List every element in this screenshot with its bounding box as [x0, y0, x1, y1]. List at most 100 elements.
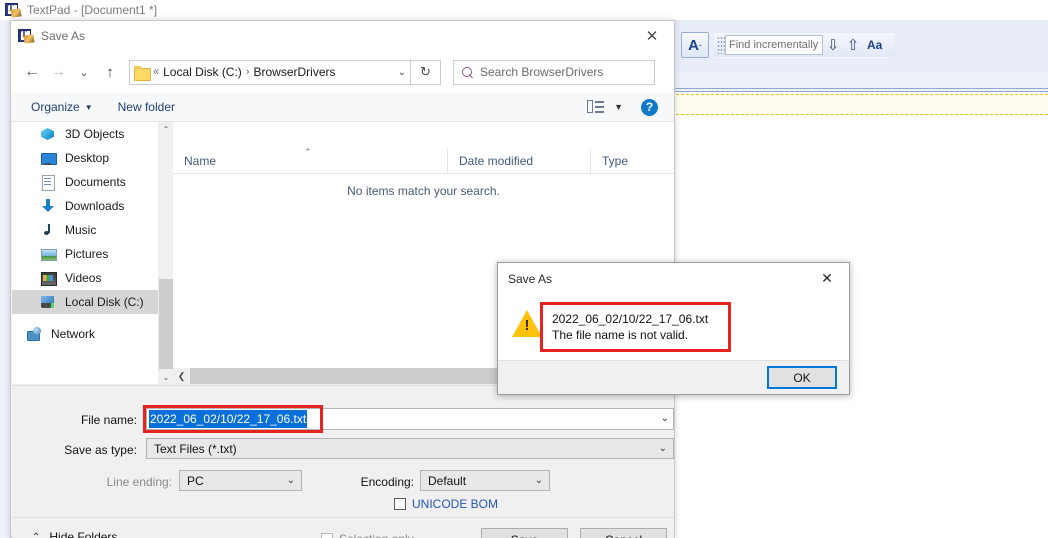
navigation-pane-scrollbar[interactable]: ⌃ ⌄ [158, 122, 173, 384]
sort-ascending-icon: ⌃ [304, 146, 312, 157]
font-shrink-button[interactable]: A- [681, 32, 709, 58]
column-header-label: Name [184, 154, 217, 168]
line-ending-select[interactable]: PC ⌄ [179, 470, 302, 491]
empty-state-message: No items match your search. [347, 184, 500, 198]
sidebar-item-local-disk-c[interactable]: Local Disk (C:) [12, 290, 172, 314]
column-header-date-modified[interactable]: Date modified [447, 148, 590, 174]
chevron-down-icon[interactable]: ⌄ [398, 67, 406, 78]
textpad-icon: T [5, 2, 22, 18]
sidebar-item-music[interactable]: Music [12, 218, 172, 242]
navigation-pane[interactable]: 3D Objects Desktop Documents Downloads M… [12, 122, 172, 384]
sidebar-item-label: Local Disk (C:) [65, 295, 144, 309]
column-header-label: Date modified [459, 154, 534, 168]
textpad-title: TextPad - [Document1 *] [27, 3, 158, 17]
chevron-down-icon: ▼ [84, 102, 93, 112]
sidebar-item-pictures[interactable]: Pictures [12, 242, 172, 266]
change-view-icon[interactable] [587, 99, 605, 115]
toolbar-grip-icon[interactable] [717, 36, 725, 54]
sidebar-item-documents[interactable]: Documents [12, 170, 172, 194]
up-one-level-icon[interactable]: ↑ [97, 59, 123, 85]
back-icon[interactable]: ← [19, 59, 45, 85]
documents-icon [40, 174, 56, 191]
unicode-bom-checkbox[interactable] [394, 498, 406, 510]
error-dialog-title: Save As [508, 271, 553, 286]
font-shrink-label: A [688, 36, 699, 54]
selection-only-checkbox[interactable] [321, 533, 333, 538]
close-icon[interactable]: ✕ [630, 21, 674, 51]
organize-label: Organize [31, 100, 80, 114]
sidebar-item-label: Music [65, 223, 97, 237]
search-icon [462, 66, 473, 78]
folder-icon [134, 65, 151, 81]
organize-button[interactable]: Organize ▼ [31, 100, 93, 114]
file-name-input[interactable]: 2022_06_02/10/22_17_06.txt ⌄ [146, 408, 674, 430]
save-as-type-select[interactable]: Text Files (*.txt) ⌄ [146, 438, 674, 459]
file-name-value: 2022_06_02/10/22_17_06.txt [149, 410, 308, 428]
line-ending-value: PC [187, 473, 204, 488]
textpad-titlebar: T TextPad - [Document1 *] [0, 0, 1048, 20]
selection-only-label: Selection only [339, 532, 414, 538]
search-placeholder: Search BrowserDrivers [480, 65, 604, 79]
help-icon[interactable]: ? [641, 98, 658, 116]
sidebar-item-label: Downloads [65, 199, 125, 213]
cancel-button[interactable]: Cancel [580, 528, 667, 538]
ok-button[interactable]: OK [767, 366, 837, 389]
find-incrementally-input[interactable]: Find incrementally [725, 35, 823, 55]
editor-current-line-highlight [676, 94, 1048, 115]
error-message-text: The file name is not valid. [552, 328, 689, 342]
recent-locations-icon[interactable]: ⌄ [71, 59, 97, 85]
sidebar-item-desktop[interactable]: Desktop [12, 146, 172, 170]
desktop-icon [40, 150, 57, 166]
chevron-down-icon: ⌄ [658, 443, 667, 454]
search-input[interactable]: Search BrowserDrivers [453, 59, 655, 85]
selection-only-checkbox-row[interactable]: Selection only [321, 532, 414, 538]
encoding-value: Default [428, 473, 467, 488]
breadcrumb-overflow[interactable]: « [153, 66, 159, 78]
error-dialog: Save As ✕ ! 2022_06_02/10/22_17_06.txt T… [497, 262, 850, 395]
unicode-bom-checkbox-row[interactable]: UNICODE BOM [394, 497, 498, 511]
3d-objects-icon [40, 126, 56, 142]
save-as-title: Save As [41, 29, 86, 43]
save-as-titlebar: T Save As ✕ [11, 21, 674, 51]
file-name-label: File name: [80, 413, 137, 427]
find-incrementally-group: Find incrementally ⇩ ⇧ Aa [714, 32, 894, 58]
close-icon[interactable]: ✕ [805, 263, 849, 294]
sidebar-item-label: Desktop [65, 151, 110, 165]
scroll-left-icon[interactable]: ❮ [173, 368, 190, 384]
save-label-accel: a [519, 533, 526, 538]
new-folder-button[interactable]: New folder [118, 100, 175, 114]
encoding-select[interactable]: Default ⌄ [420, 470, 550, 491]
sidebar-item-downloads[interactable]: Downloads [12, 194, 172, 218]
save-label-post: ve [526, 533, 539, 538]
hide-folders-button[interactable]: ⌃ Hide Folders [32, 530, 117, 538]
chevron-down-icon[interactable]: ⌄ [661, 413, 669, 424]
warning-bang: ! [524, 317, 530, 334]
find-next-icon[interactable]: ⇩ [823, 36, 843, 54]
save-button[interactable]: Save [481, 528, 568, 538]
error-dialog-titlebar: Save As ✕ [498, 263, 849, 294]
chevron-down-icon[interactable]: ▼ [614, 102, 623, 112]
forward-icon[interactable]: → [45, 59, 71, 85]
sidebar-item-3d-objects[interactable]: 3D Objects [12, 122, 172, 146]
save-as-type-value: Text Files (*.txt) [154, 441, 237, 456]
scroll-up-icon[interactable]: ⌃ [159, 122, 173, 136]
encoding-label: Encoding: [360, 475, 414, 489]
refresh-icon[interactable]: ↻ [411, 59, 441, 85]
column-header-label: Type [602, 154, 629, 168]
scrollbar-thumb[interactable] [190, 368, 522, 384]
match-case-icon[interactable]: Aa [863, 38, 882, 52]
command-bar: Organize ▼ New folder ▼ ? [11, 93, 674, 122]
sidebar-item-network[interactable]: Network [12, 322, 172, 346]
local-disk-icon [40, 294, 56, 310]
find-previous-icon[interactable]: ⇧ [843, 36, 863, 54]
breadcrumb-crumb-local-disk[interactable]: Local Disk (C:) [163, 65, 242, 79]
sidebar-item-videos[interactable]: Videos [12, 266, 172, 290]
scroll-down-icon[interactable]: ⌄ [159, 370, 173, 384]
column-header-name[interactable]: Name ⌃ [173, 146, 447, 174]
breadcrumb[interactable]: « Local Disk (C:) › BrowserDrivers ⌄ [129, 59, 411, 85]
scrollbar-thumb[interactable] [159, 279, 173, 369]
error-message-filename: 2022_06_02/10/22_17_06.txt [552, 312, 709, 326]
column-header-type[interactable]: Type [590, 148, 674, 174]
music-icon [40, 222, 56, 238]
breadcrumb-crumb-browserdrivers[interactable]: BrowserDrivers [253, 65, 335, 79]
